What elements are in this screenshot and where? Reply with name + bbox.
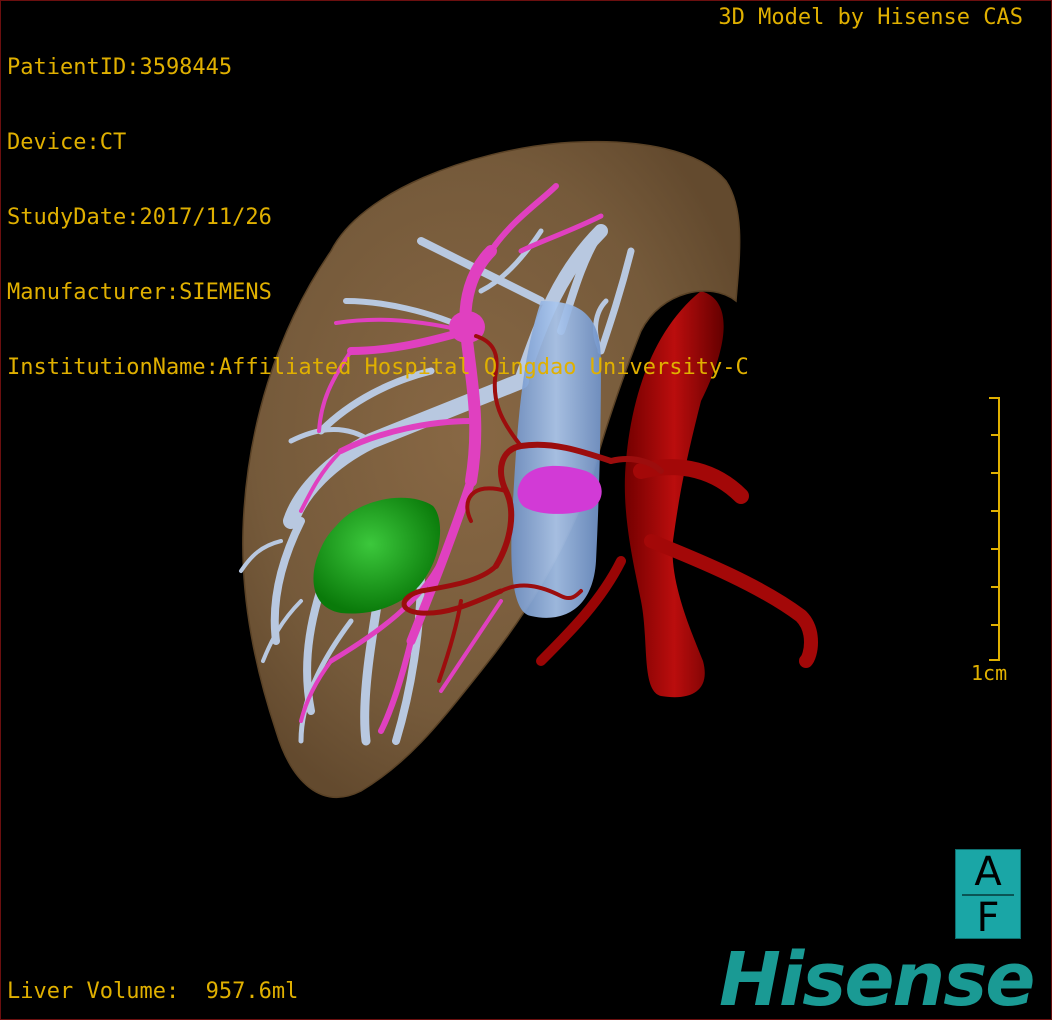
model-credit: 3D Model by Hisense CAS (718, 5, 1023, 30)
device: Device:CT (7, 130, 127, 155)
patient-id: PatientID:3598445 (7, 55, 233, 80)
orientation-top-letter: A (974, 849, 1002, 895)
liver-volume-readout: Liver Volume: 957.6ml (7, 979, 299, 1004)
orientation-bottom-letter: F (976, 895, 1000, 941)
orientation-cube[interactable]: A F (955, 849, 1021, 939)
patient-info-overlay: PatientID:3598445 Device:CT StudyDate:20… (7, 5, 749, 430)
scale-label: 1cm (971, 661, 1008, 685)
3d-viewport[interactable]: PatientID:3598445 Device:CT StudyDate:20… (0, 0, 1052, 1020)
institution-name: InstitutionName:Affiliated Hospital Qing… (7, 355, 749, 380)
scale-bar (989, 397, 1000, 661)
magenta-lesion[interactable] (517, 465, 602, 514)
study-date: StudyDate:2017/11/26 (7, 205, 272, 230)
hisense-logo: Hisense (719, 937, 1035, 1020)
manufacturer: Manufacturer:SIEMENS (7, 280, 272, 305)
